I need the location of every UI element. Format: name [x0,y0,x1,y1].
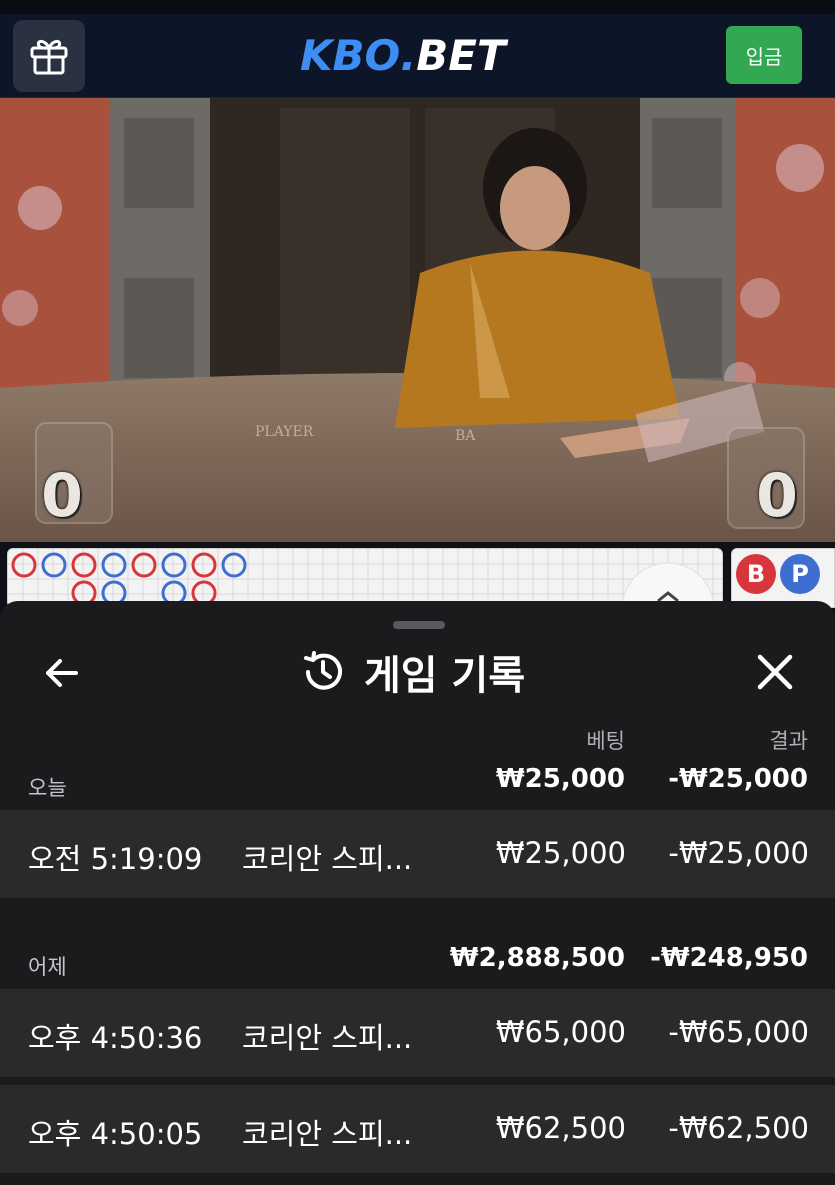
record-result: -₩65,000 [668,1015,809,1049]
column-header-bet: 베팅 [586,729,625,753]
record-bet: ₩25,000 [495,836,626,870]
day-total-result: -₩248,950 [650,943,808,973]
logo-bet: BET [416,30,506,80]
live-dealer-video: PLAYER BA 0 0 [0,98,835,542]
history-record-row[interactable]: 오후 4:50:05 코리안 스피... ₩62,500 -₩62,500 [0,1085,835,1173]
sheet-title: 게임 기록 [364,653,526,699]
day-label: 어제 [28,955,67,979]
record-time: 오전 5:19:09 [28,842,203,876]
deposit-button[interactable]: 입금 [726,26,802,84]
banker-badge[interactable]: B [736,554,776,594]
record-result: -₩25,000 [668,836,809,870]
day-summary-row: 어제 ₩2,888,500 -₩248,950 [0,935,835,991]
app-header: KBO. BET 입금 [0,14,835,98]
day-total-bet: ₩25,000 [495,764,625,794]
column-header-result: 결과 [769,729,808,753]
record-bet: ₩62,500 [495,1111,626,1145]
logo-kbo: KBO [300,30,401,80]
sheet-header: 게임 기록 [300,645,525,699]
record-result: -₩62,500 [668,1111,809,1145]
day-total-bet: ₩2,888,500 [449,943,625,973]
record-game: 코리안 스피... [242,1117,413,1151]
table-banker-label: BA [455,428,476,444]
history-record-row[interactable]: 오후 4:50:36 코리안 스피... ₩65,000 -₩65,000 [0,989,835,1077]
record-game: 코리안 스피... [242,842,413,876]
day-summary-row: 오늘 ₩25,000 -₩25,000 [0,756,835,812]
record-time: 오후 4:50:36 [28,1021,203,1055]
bead-road-grid [8,549,722,607]
day-total-result: -₩25,000 [668,764,808,794]
arrow-left-icon [46,659,78,687]
gift-icon [30,39,68,75]
close-icon [757,654,793,690]
history-icon [304,651,342,690]
player-badge[interactable]: P [780,554,820,594]
back-button[interactable] [40,651,84,695]
record-time: 오후 4:50:05 [28,1117,203,1151]
kbo-bet-logo[interactable]: KBO. BET [300,30,506,80]
next-result-predictor[interactable]: B P [731,548,835,608]
dealer-scene-image: PLAYER BA [0,98,835,542]
gift-button[interactable] [13,20,85,92]
table-player-label: PLAYER [255,424,314,440]
record-game: 코리안 스피... [242,1021,413,1055]
player-score: 0 [41,461,83,531]
record-bet: ₩65,000 [495,1015,626,1049]
drag-handle[interactable] [393,621,445,629]
status-bar [0,0,835,14]
banker-score: 0 [756,461,798,531]
game-history-sheet: 게임 기록 베팅 결과 오늘 ₩25,000 -₩25,000 오전 5:19:… [0,601,835,1185]
history-record-row[interactable]: 오전 5:19:09 코리안 스피... ₩25,000 -₩25,000 [0,810,835,898]
day-label: 오늘 [28,776,67,800]
logo-dot: . [400,30,417,80]
close-button[interactable] [752,649,798,695]
bead-road[interactable] [7,548,723,608]
